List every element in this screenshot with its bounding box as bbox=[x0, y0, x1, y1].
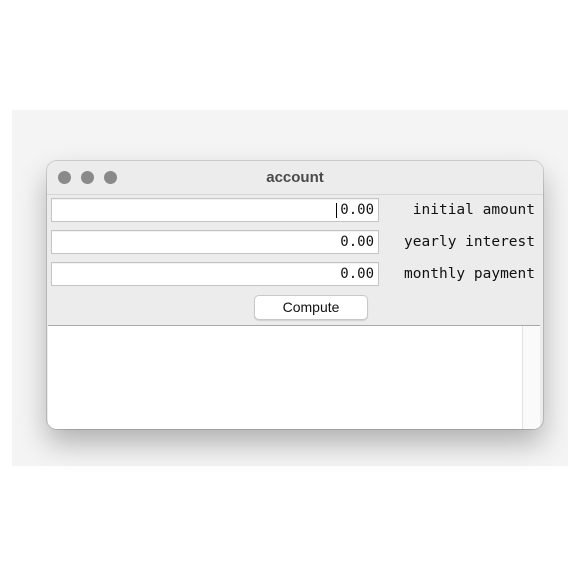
yearly-interest-input[interactable]: 0.00 bbox=[51, 230, 379, 254]
monthly-payment-label: monthly payment bbox=[404, 266, 535, 282]
compute-button[interactable]: Compute bbox=[254, 295, 368, 320]
initial-amount-label: initial amount bbox=[412, 202, 535, 218]
initial-amount-row: 0.00 initial amount bbox=[47, 198, 543, 222]
window-title: account bbox=[266, 169, 324, 186]
output-scrollbar[interactable] bbox=[522, 326, 540, 429]
output-text-area[interactable] bbox=[48, 325, 540, 429]
initial-amount-input[interactable]: 0.00 bbox=[51, 198, 379, 222]
monthly-payment-row: 0.00 monthly payment bbox=[47, 262, 543, 286]
yearly-interest-row: 0.00 yearly interest bbox=[47, 230, 543, 254]
yearly-interest-label: yearly interest bbox=[404, 234, 535, 250]
app-window: account 0.00 initial amount 0.00 yearly … bbox=[47, 161, 543, 429]
title-bar[interactable]: account bbox=[47, 161, 543, 195]
monthly-payment-input[interactable]: 0.00 bbox=[51, 262, 379, 286]
